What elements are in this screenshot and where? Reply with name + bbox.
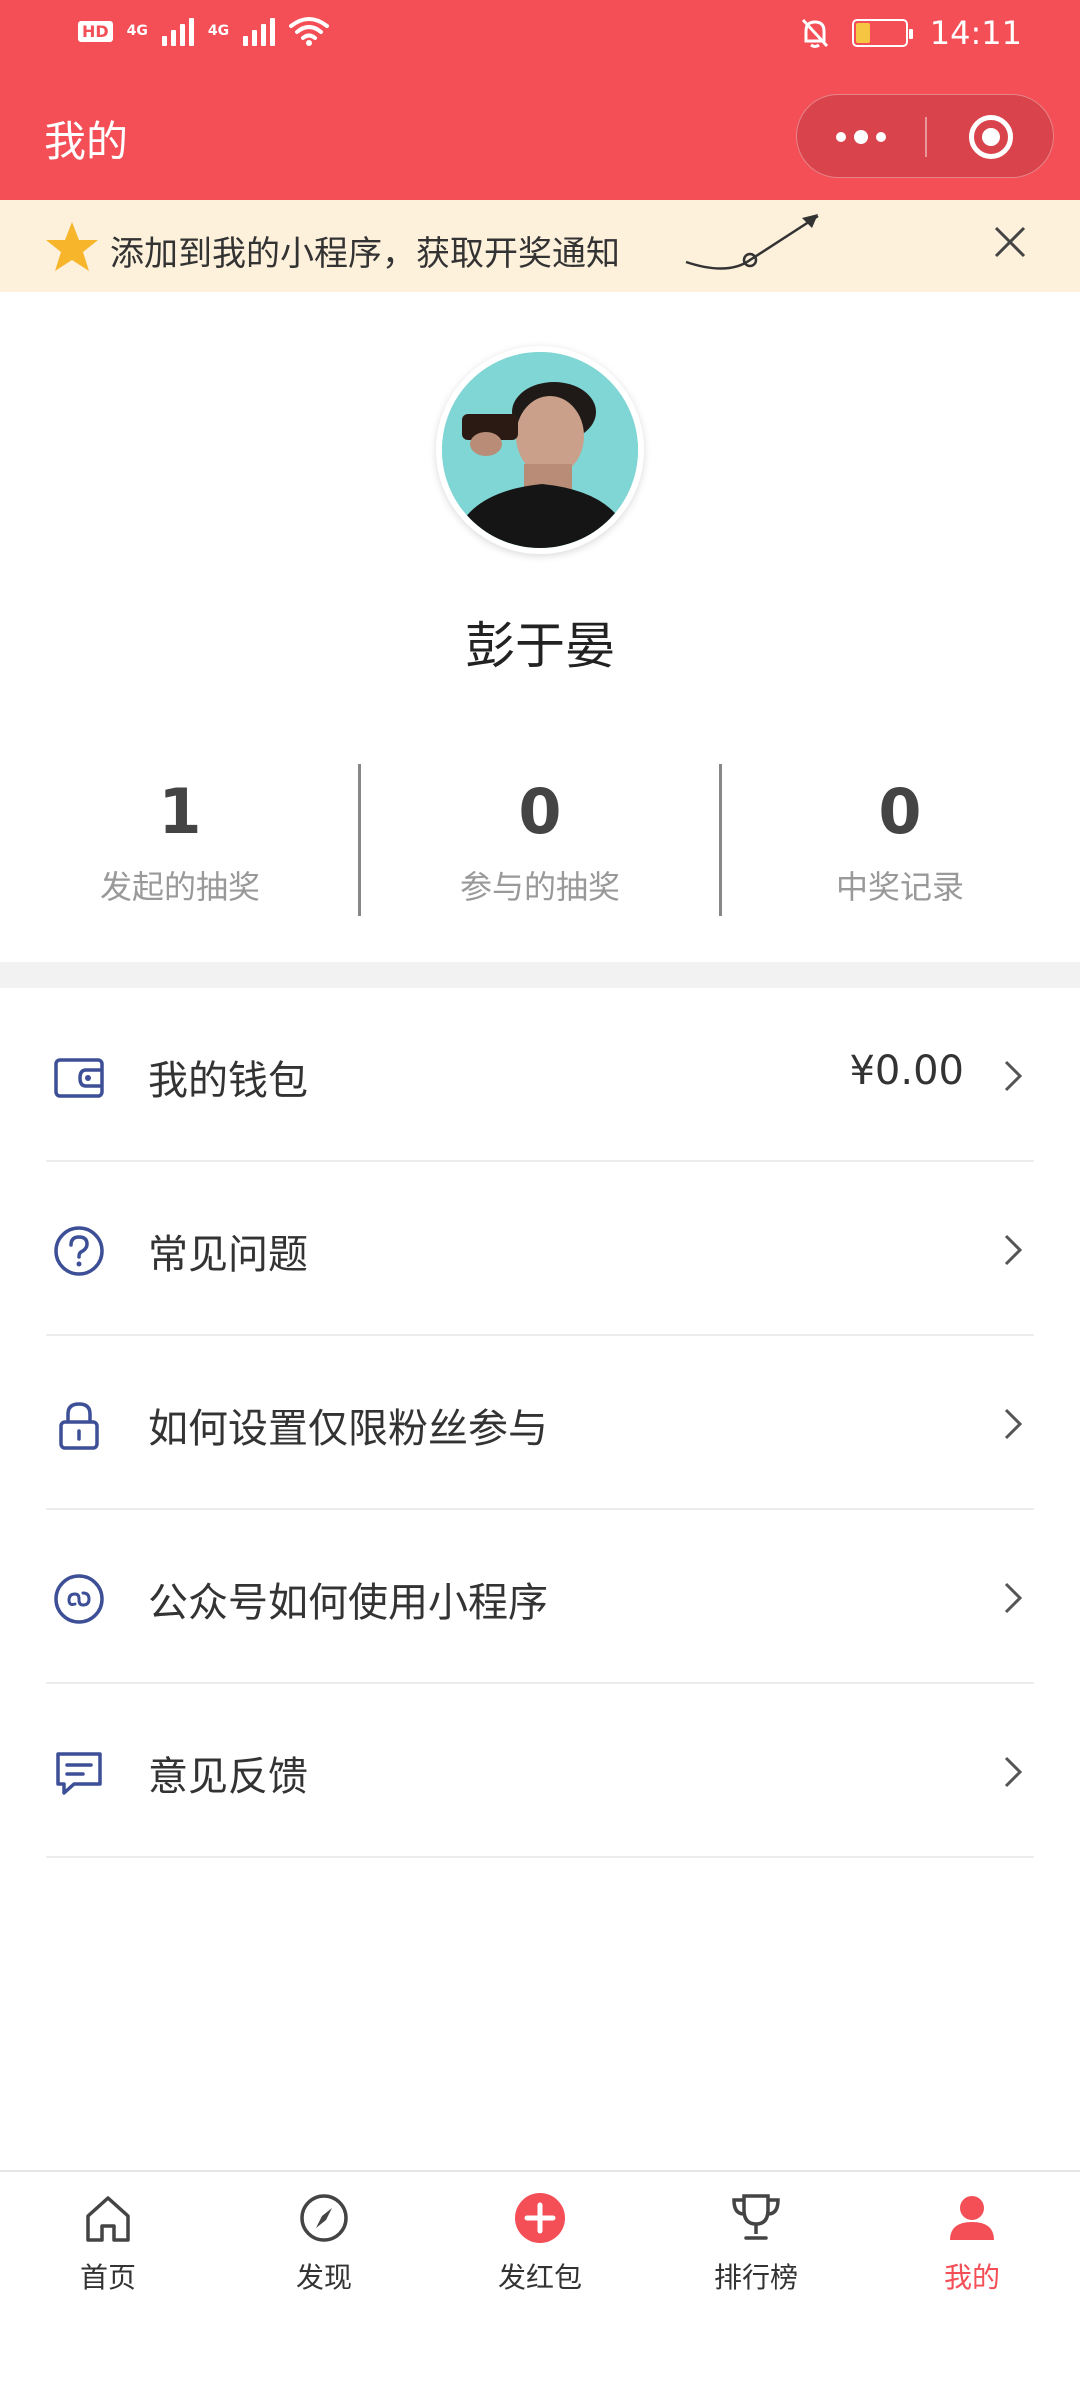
menu-item-feedback[interactable]: 意见反馈 [0, 1684, 1080, 1858]
signal-icon [161, 16, 194, 46]
user-icon [950, 2196, 994, 2240]
status-bar: HD 4G 4G 16 14:11 [0, 0, 1080, 72]
signal-icon [243, 16, 276, 46]
battery-level: 16 [867, 23, 892, 43]
status-left: HD 4G 4G [78, 16, 330, 46]
menu-label: 公众号如何使用小程序 [148, 1580, 548, 1626]
menu-list: 我的钱包 ¥0.00 常见问题 如何设置仅限粉丝参与 公众号如何使用小程序 意见… [0, 988, 1080, 1858]
stat-value: 0 [518, 775, 562, 848]
tab-label: 发现 [295, 2261, 352, 2294]
chevron-right-icon [1004, 1582, 1023, 1614]
chevron-right-icon [1004, 1234, 1023, 1266]
stat-value: 0 [878, 775, 922, 848]
notice-text: 添加到我的小程序，获取开奖通知 [110, 234, 620, 274]
menu-item-wallet[interactable]: 我的钱包 ¥0.00 [0, 988, 1080, 1162]
tab-label: 排行榜 [713, 2261, 798, 2294]
more-button[interactable] [797, 95, 925, 179]
wifi-icon [289, 17, 330, 46]
menu-item-fans-only[interactable]: 如何设置仅限粉丝参与 [0, 1336, 1080, 1510]
page-title: 我的 [44, 117, 129, 166]
network-label-2: 4G [207, 23, 230, 39]
menu-item-faq[interactable]: 常见问题 [0, 1162, 1080, 1336]
close-mini-program-button[interactable] [969, 115, 1013, 159]
section-spacer [0, 962, 1080, 988]
tab-discover[interactable]: 发现 [216, 2184, 432, 2324]
chevron-right-icon [1004, 1756, 1023, 1788]
status-right: 16 14:11 [800, 14, 1022, 52]
stat-launched-lotteries[interactable]: 1 发起的抽奖 [0, 760, 360, 920]
feedback-icon [56, 1752, 102, 1795]
capsule-divider [925, 117, 927, 157]
avatar[interactable] [436, 346, 644, 554]
menu-label: 我的钱包 [148, 1058, 308, 1104]
trophy-icon [732, 2194, 780, 2240]
close-icon[interactable] [990, 222, 1030, 262]
app-header: HD 4G 4G 16 14:11 我的 [0, 0, 1080, 200]
stat-label: 参与的抽奖 [459, 868, 620, 906]
star-icon [46, 222, 98, 271]
add-icon [515, 2193, 565, 2243]
tab-label: 发红包 [497, 2261, 582, 2294]
stats-row: 1 发起的抽奖 0 参与的抽奖 0 中奖记录 [0, 760, 1080, 920]
battery-icon: 16 [851, 19, 913, 47]
mini-program-icon [54, 1574, 104, 1624]
wallet-icon [54, 1058, 104, 1098]
tab-me[interactable]: 我的 [864, 2184, 1080, 2324]
bell-off-icon [801, 18, 828, 48]
stat-label: 发起的抽奖 [99, 868, 260, 906]
tab-label: 我的 [943, 2261, 1000, 2294]
stat-label: 中奖记录 [835, 868, 964, 906]
add-to-my-mini-programs-notice: 添加到我的小程序，获取开奖通知 [0, 200, 1080, 292]
bottom-tab-bar: 首页 发现 发红包 排行榜 我的 [0, 2170, 1080, 2400]
stat-joined-lotteries[interactable]: 0 参与的抽奖 [360, 760, 720, 920]
divider [46, 1856, 1034, 1858]
tab-label: 首页 [79, 2261, 136, 2294]
menu-label: 意见反馈 [148, 1754, 308, 1800]
mini-program-capsule [796, 94, 1054, 178]
curved-arrow-icon [685, 214, 819, 270]
wallet-balance: ¥0.00 [849, 1048, 964, 1094]
question-icon [54, 1226, 104, 1276]
compass-icon [300, 2194, 348, 2242]
tab-home[interactable]: 首页 [0, 2184, 216, 2324]
menu-label: 常见问题 [148, 1232, 308, 1278]
hd-badge: HD [78, 20, 113, 42]
stat-value: 1 [158, 775, 202, 848]
chevron-right-icon [1004, 1408, 1023, 1440]
more-dot-icon [876, 132, 886, 142]
menu-label: 如何设置仅限粉丝参与 [148, 1406, 548, 1452]
menu-item-official-account[interactable]: 公众号如何使用小程序 [0, 1510, 1080, 1684]
chevron-right-icon [1004, 1060, 1023, 1092]
avatar-image [442, 352, 638, 548]
stat-winning-records[interactable]: 0 中奖记录 [720, 760, 1080, 920]
home-icon [86, 2196, 130, 2242]
tab-send-red-packet[interactable]: 发红包 [432, 2184, 648, 2324]
tab-leaderboard[interactable]: 排行榜 [648, 2184, 864, 2324]
network-label-1: 4G [126, 23, 148, 39]
more-dot-icon [854, 130, 868, 144]
lock-icon [59, 1402, 99, 1450]
username: 彭于晏 [465, 617, 615, 675]
status-time: 14:11 [929, 14, 1022, 52]
more-dot-icon [836, 132, 846, 142]
